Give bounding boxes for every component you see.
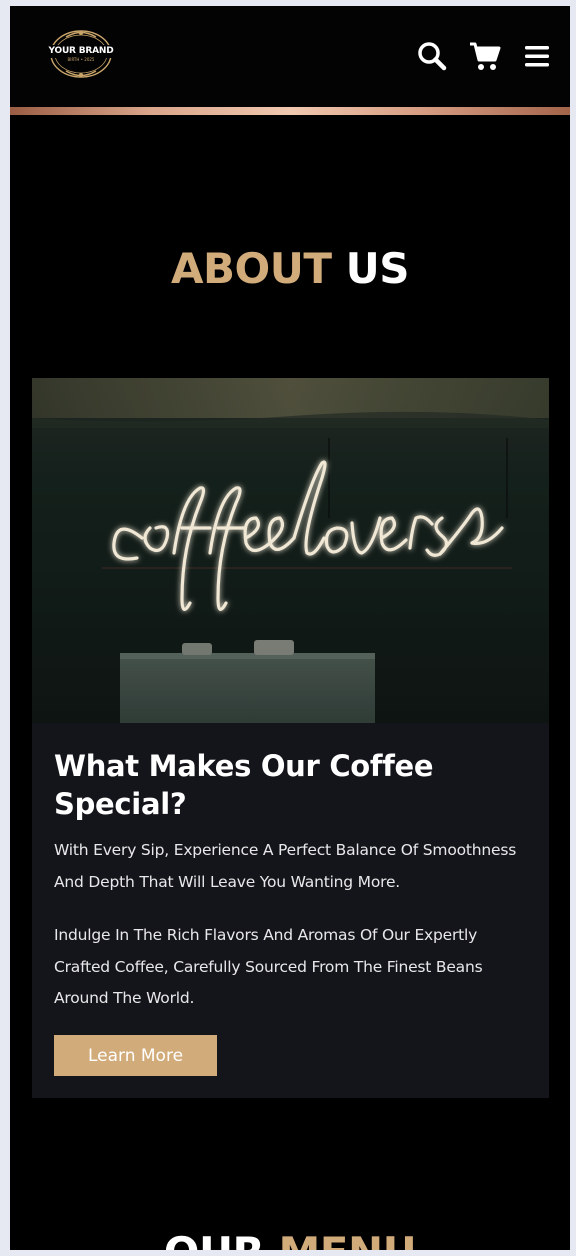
page: YOUR BRAND BIRTH • 2025 ABOUT US What Ma… [10,6,570,1250]
menu-icon[interactable] [522,40,554,72]
about-paragraph-1: With Every Sip, Experience A Perfect Bal… [54,841,517,891]
site-header: YOUR BRAND BIRTH • 2025 [10,6,570,107]
brand-logo[interactable]: YOUR BRAND BIRTH • 2025 [48,28,114,80]
learn-more-button[interactable]: Learn More [54,1035,217,1076]
about-title-accent: ABOUT [171,244,332,293]
about-paragraph-2: Indulge In The Rich Flavors And Aromas O… [54,926,483,1007]
about-heading: What Makes Our Coffee Special? [54,749,434,821]
coffee-lovers-photo: coffeelovers [32,378,549,723]
search-icon[interactable] [416,40,448,72]
header-divider [10,107,570,115]
about-card: coffeelovers What Makes Our Coffee Speci… [32,378,549,1098]
about-section-title: ABOUT US [10,244,570,293]
menu-title-accent: MENU [279,1228,417,1250]
brand-name: YOUR BRAND [48,46,114,56]
menu-title-white: OUR [164,1228,265,1250]
menu-section-title: OUR MENU [10,1228,570,1250]
brand-tagline: BIRTH • 2025 [67,57,95,62]
about-title-white: US [345,244,410,293]
cart-icon[interactable] [469,40,501,72]
